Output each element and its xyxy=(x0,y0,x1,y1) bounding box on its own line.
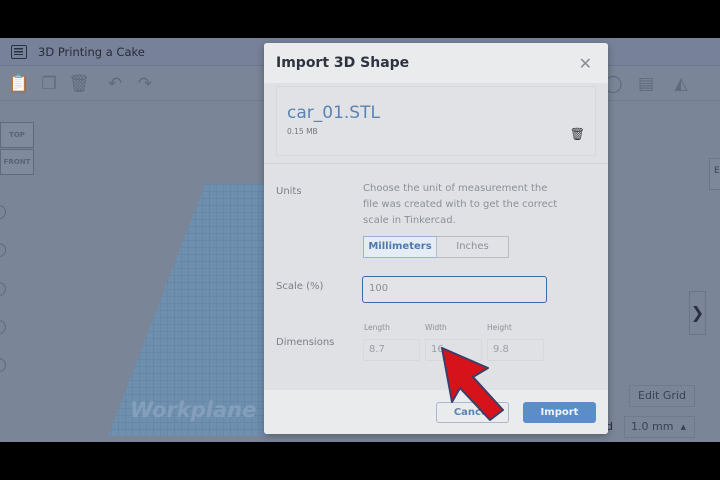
divider xyxy=(264,163,608,164)
red-arrow-annotation-icon xyxy=(441,347,504,421)
dialog-header: Import 3D Shape ✕ xyxy=(264,43,608,83)
scale-input[interactable]: 100 xyxy=(362,276,547,303)
scale-label: Scale (%) xyxy=(276,281,324,292)
height-label: Height xyxy=(487,323,512,332)
units-description: Choose the unit of measurement the file … xyxy=(363,183,558,226)
units-millimeters-button[interactable]: Millimeters xyxy=(363,236,437,258)
view-cube-top[interactable]: TOP xyxy=(0,122,34,148)
right-panel-tab[interactable]: E xyxy=(709,158,720,190)
close-icon[interactable]: ✕ xyxy=(579,54,592,73)
length-field: 8.7 xyxy=(363,339,420,361)
dimensions-label: Dimensions xyxy=(276,337,335,348)
units-toggle: Millimeters Inches xyxy=(363,236,509,258)
expand-panel-chevron-icon[interactable]: ❯ xyxy=(689,291,706,335)
caret-up-icon: ▲ xyxy=(680,423,686,431)
length-label: Length xyxy=(364,323,390,332)
trash-icon[interactable]: 🗑 xyxy=(570,127,585,141)
view-cube-front[interactable]: FRONT xyxy=(0,149,34,175)
file-size: 0.15 MB xyxy=(287,127,318,136)
import-button[interactable]: Import xyxy=(523,402,596,423)
width-label: Width xyxy=(425,323,447,332)
units-label: Units xyxy=(276,186,302,197)
dialog-title: Import 3D Shape xyxy=(276,55,410,71)
file-card: car_01.STL 0.15 MB 🗑 xyxy=(276,86,596,156)
file-name: car_01.STL xyxy=(287,103,380,123)
workplane-label: Workplane xyxy=(130,398,257,422)
snap-grid-select[interactable]: 1.0 mm ▲ xyxy=(624,416,695,438)
edit-grid-button[interactable]: Edit Grid xyxy=(629,385,695,407)
snap-value: 1.0 mm xyxy=(631,420,674,433)
view-cube[interactable]: TOP FRONT xyxy=(0,122,36,176)
units-inches-button[interactable]: Inches xyxy=(436,236,509,258)
